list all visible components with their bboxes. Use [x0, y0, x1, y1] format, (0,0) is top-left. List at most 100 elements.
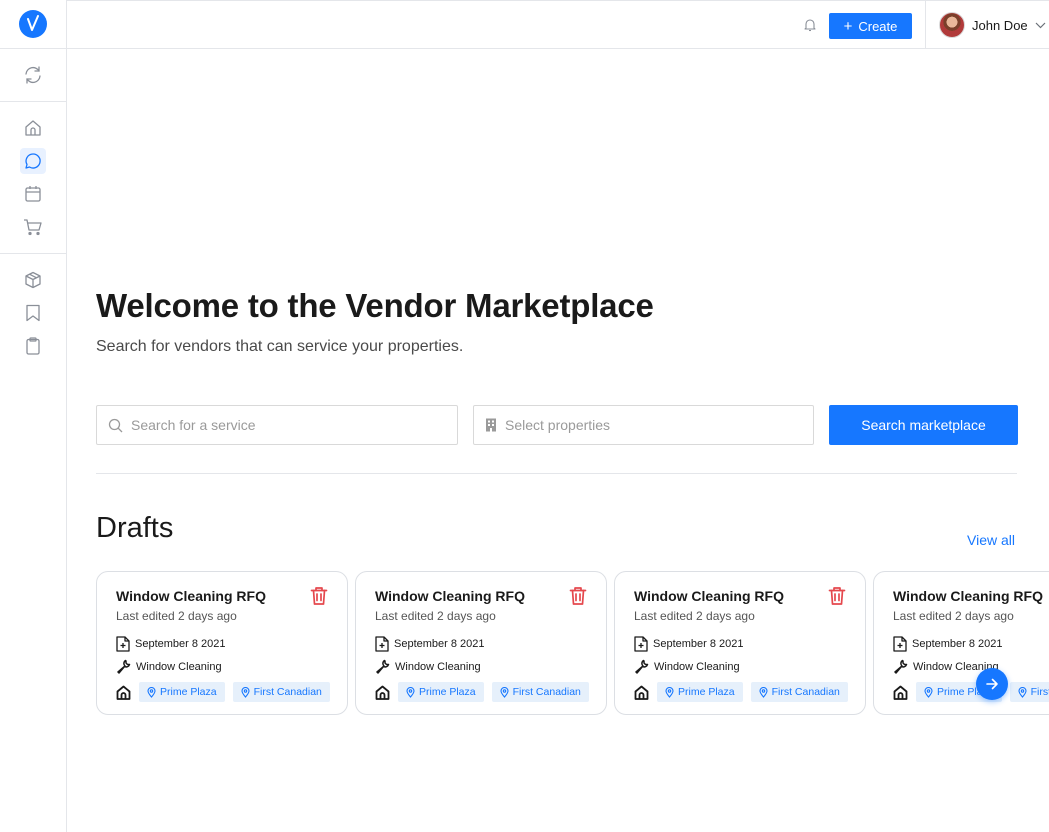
card-service-row: Window Cleaning — [375, 659, 481, 674]
properties-select[interactable]: Select properties — [473, 405, 814, 445]
check-logo-icon[interactable] — [19, 10, 47, 38]
avatar — [939, 12, 965, 38]
trash-icon[interactable] — [569, 586, 587, 606]
view-all-link[interactable]: View all — [967, 532, 1015, 548]
card-date: September 8 2021 — [394, 638, 485, 650]
sidebar-group-tools — [0, 254, 66, 372]
property-tag-label: Prime Plaza — [678, 686, 735, 698]
location-pin-icon — [241, 686, 250, 698]
draft-card[interactable]: Window Cleaning RFQ Last edited 2 days a… — [873, 571, 1049, 715]
building-icon — [486, 418, 496, 432]
draft-card[interactable]: Window Cleaning RFQ Last edited 2 days a… — [614, 571, 866, 715]
draft-card[interactable]: Window Cleaning RFQ Last edited 2 days a… — [355, 571, 607, 715]
top-bar: + Create John Doe — [67, 0, 1049, 49]
user-menu[interactable]: John Doe — [939, 12, 1046, 38]
sidebar-item-cart[interactable] — [20, 214, 46, 240]
chat-bubble-icon — [25, 153, 41, 169]
card-last-edited: Last edited 2 days ago — [375, 609, 496, 623]
page-subtitle: Search for vendors that can service your… — [96, 338, 464, 355]
trash-icon[interactable] — [310, 586, 328, 606]
location-pin-icon — [500, 686, 509, 698]
search-placeholder: Search for a service — [131, 417, 256, 433]
home-icon — [25, 120, 41, 136]
property-tag[interactable]: Prime Plaza — [139, 682, 225, 702]
card-last-edited: Last edited 2 days ago — [116, 609, 237, 623]
card-properties-row: Prime Plaza First Canadian — [375, 682, 589, 702]
house-icon — [116, 685, 131, 700]
page-title: Welcome to the Vendor Marketplace — [96, 287, 654, 324]
create-button[interactable]: + Create — [829, 13, 912, 39]
sidebar-group-sync — [0, 49, 66, 102]
carousel-next-button[interactable] — [976, 668, 1008, 700]
sidebar-item-packages[interactable] — [20, 267, 46, 293]
property-tag[interactable]: Prime Plaza — [657, 682, 743, 702]
card-properties-row: Prime Plaza First Canadian — [893, 682, 1049, 702]
user-divider — [925, 1, 926, 49]
location-pin-icon — [406, 686, 415, 698]
card-date: September 8 2021 — [653, 638, 744, 650]
card-properties-row: Prime Plaza First Canadian — [116, 682, 330, 702]
cart-icon — [24, 219, 42, 236]
sidebar-item-bookmarks[interactable] — [20, 300, 46, 326]
card-title: Window Cleaning RFQ — [634, 588, 784, 604]
property-tag-label: First Canadian — [1030, 686, 1049, 698]
wrench-icon — [894, 659, 908, 674]
trash-icon[interactable] — [828, 586, 846, 606]
card-date-row: September 8 2021 — [116, 636, 226, 652]
card-date: September 8 2021 — [912, 638, 1003, 650]
document-plus-icon — [116, 636, 130, 652]
package-icon — [25, 271, 41, 289]
sidebar-item-messages[interactable] — [20, 148, 46, 174]
location-pin-icon — [759, 686, 768, 698]
card-title: Window Cleaning RFQ — [375, 588, 525, 604]
bell-icon[interactable] — [803, 18, 817, 32]
refresh-icon[interactable] — [20, 62, 46, 88]
property-tag-label: First Canadian — [771, 686, 840, 698]
card-service: Window Cleaning — [395, 660, 481, 673]
chevron-down-icon — [1035, 22, 1046, 28]
sidebar-item-home[interactable] — [20, 115, 46, 141]
calendar-icon — [25, 186, 41, 202]
property-tag-label: Prime Plaza — [160, 686, 217, 698]
wrench-icon — [117, 659, 131, 674]
card-service-row: Window Cleaning — [116, 659, 222, 674]
card-service-row: Window Cleaning — [634, 659, 740, 674]
card-service: Window Cleaning — [654, 660, 740, 673]
sidebar-item-calendar[interactable] — [20, 181, 46, 207]
clipboard-icon — [26, 337, 40, 355]
wrench-icon — [635, 659, 649, 674]
property-tag[interactable]: Prime Plaza — [398, 682, 484, 702]
card-last-edited: Last edited 2 days ago — [634, 609, 755, 623]
location-pin-icon — [1018, 686, 1027, 698]
property-tag[interactable]: First Canadian — [1009, 682, 1049, 702]
document-plus-icon — [893, 636, 907, 652]
property-tag-label: First Canadian — [253, 686, 322, 698]
card-date-row: September 8 2021 — [375, 636, 485, 652]
property-tag-label: Prime Plaza — [419, 686, 476, 698]
wrench-icon — [376, 659, 390, 674]
drafts-carousel: Window Cleaning RFQ Last edited 2 days a… — [96, 571, 1049, 721]
section-divider — [96, 473, 1017, 474]
property-tag[interactable]: First Canadian — [491, 682, 589, 702]
card-service: Window Cleaning — [136, 660, 222, 673]
document-plus-icon — [375, 636, 389, 652]
card-title: Window Cleaning RFQ — [116, 588, 266, 604]
property-tag[interactable]: First Canadian — [750, 682, 848, 702]
bookmark-icon — [26, 304, 40, 322]
arrow-right-icon — [986, 678, 998, 690]
card-properties-row: Prime Plaza First Canadian — [634, 682, 848, 702]
draft-card[interactable]: Window Cleaning RFQ Last edited 2 days a… — [96, 571, 348, 715]
property-tag[interactable]: First Canadian — [232, 682, 330, 702]
sidebar-group-main — [0, 102, 66, 254]
properties-placeholder: Select properties — [505, 417, 611, 433]
location-pin-icon — [924, 686, 933, 698]
search-marketplace-button[interactable]: Search marketplace — [829, 405, 1018, 445]
sidebar-item-clipboard[interactable] — [20, 333, 46, 359]
user-name: John Doe — [972, 17, 1028, 33]
house-icon — [634, 685, 649, 700]
search-input[interactable]: Search for a service — [96, 405, 458, 445]
sidebar — [0, 0, 67, 832]
house-icon — [375, 685, 390, 700]
drafts-title: Drafts — [96, 512, 174, 544]
property-tag-label: First Canadian — [512, 686, 581, 698]
